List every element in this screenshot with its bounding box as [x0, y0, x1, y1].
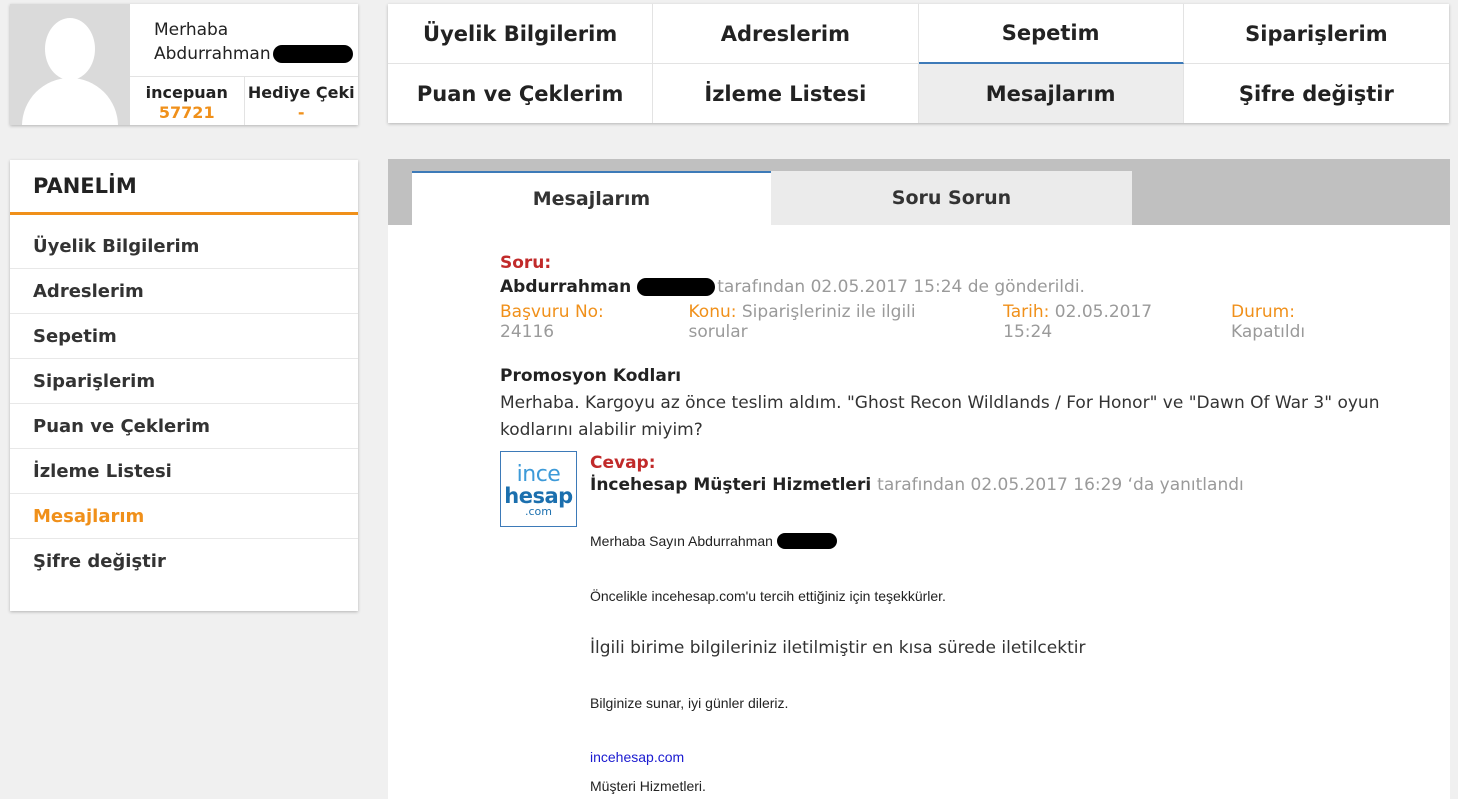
- meta-value: Kapatıldı: [1231, 322, 1306, 342]
- topnav-membership-info[interactable]: Üyelik Bilgilerim: [388, 4, 654, 64]
- topnav-cart[interactable]: Sepetim: [918, 4, 1184, 64]
- reply-line-thanks: Öncelikle incehesap.com'u tercih ettiğin…: [590, 588, 946, 604]
- sidebar-menu: Üyelik Bilgilerim Adreslerim Sepetim Sip…: [10, 215, 358, 584]
- greeting-block: Merhaba Abdurrahman: [154, 18, 353, 66]
- sidebar-item-orders[interactable]: Siparişlerim: [10, 359, 358, 404]
- topnav-watchlist[interactable]: İzleme Listesi: [653, 64, 919, 123]
- topnav-change-password[interactable]: Şifre değiştir: [1184, 64, 1449, 123]
- meta-value: 24116: [500, 322, 555, 342]
- profile-stats: incepuan 57721 Hediye Çeki -: [130, 76, 358, 125]
- profile-card: Merhaba Abdurrahman incepuan 57721 Hediy…: [10, 4, 358, 125]
- meta-application-no: Başvuru No: 24116: [500, 302, 661, 342]
- reply-link-incehesap[interactable]: incehesap.com: [590, 749, 684, 765]
- sidebar-title: PANELİM: [10, 160, 358, 215]
- incepuan-stat[interactable]: incepuan 57721: [130, 77, 244, 125]
- answer-replied-text: tarafından 02.05.2017 16:29 ‘da yanıtlan…: [877, 475, 1244, 495]
- meta-key: Başvuru No:: [500, 302, 604, 322]
- redacted-surname: [272, 45, 353, 63]
- sidebar-item-addresses[interactable]: Adreslerim: [10, 269, 358, 314]
- tab-my-messages[interactable]: Mesajlarım: [412, 171, 771, 225]
- gift-voucher-stat[interactable]: Hediye Çeki -: [243, 77, 359, 125]
- messages-tabbar: Mesajlarım Soru Sorun: [388, 159, 1450, 225]
- question-meta: Başvuru No: 24116 Konu: Siparişleriniz i…: [500, 302, 1400, 342]
- sidebar-item-messages[interactable]: Mesajlarım: [10, 494, 358, 539]
- answer-author: İncehesap Müşteri Hizmetleri: [590, 475, 872, 495]
- meta-topic: Konu: Siparişleriniz ile ilgili sorular: [689, 302, 976, 342]
- topnav-orders[interactable]: Siparişlerim: [1183, 4, 1449, 64]
- account-top-nav: Üyelik Bilgilerim Adreslerim Sepetim Sip…: [388, 4, 1449, 123]
- meta-date: Tarih: 02.05.2017 15:24: [1003, 302, 1203, 342]
- redacted-surname: [637, 278, 716, 296]
- question-byline: Abdurrahman tarafından 02.05.2017 15:24 …: [500, 277, 1400, 297]
- answer-header: Cevap: İncehesap Müşteri Hizmetleri tara…: [590, 453, 1390, 495]
- meta-key: Durum:: [1231, 302, 1295, 322]
- messages-panel: Mesajlarım Soru Sorun Soru: Abdurrahman …: [388, 159, 1450, 799]
- topnav-points-vouchers[interactable]: Puan ve Çeklerim: [388, 64, 654, 123]
- sidebar-item-change-password[interactable]: Şifre değiştir: [10, 539, 358, 584]
- question-body: Merhaba. Kargoyu az önce teslim aldım. "…: [500, 393, 1380, 440]
- avatar-head-shape: [45, 18, 95, 80]
- sidebar-item-cart[interactable]: Sepetim: [10, 314, 358, 359]
- stat-value: 57721: [158, 103, 215, 122]
- question-block: Soru: Abdurrahman tarafından 02.05.2017 …: [500, 253, 1400, 444]
- avatar-body-shape: [22, 78, 118, 125]
- reply-line-forwarded: İlgili birime bilgileriniz iletilmiştir …: [590, 638, 1086, 658]
- topnav-addresses[interactable]: Adreslerim: [653, 4, 919, 64]
- answer-byline: İncehesap Müşteri Hizmetleri tarafından …: [590, 475, 1390, 495]
- reply-line-signature: Müşteri Hizmetleri.: [590, 778, 706, 794]
- logo-line1: ince: [516, 462, 561, 487]
- stat-label: incepuan: [145, 83, 228, 102]
- sidebar-item-membership-info[interactable]: Üyelik Bilgilerim: [10, 224, 358, 269]
- question-subject: Promosyon Kodları: [500, 366, 682, 386]
- meta-status: Durum: Kapatıldı: [1231, 302, 1372, 342]
- question-author: Abdurrahman: [500, 277, 632, 297]
- question-sent-text: tarafından 02.05.2017 15:24 de gönderild…: [717, 277, 1085, 297]
- logo-line2: hesap: [504, 484, 573, 508]
- redacted-surname: [776, 533, 837, 549]
- avatar: [10, 4, 130, 125]
- reply-greeting-text: Merhaba Sayın Abdurrahman: [590, 533, 773, 549]
- reply-line-greeting: Merhaba Sayın Abdurrahman: [590, 533, 837, 549]
- answer-label: Cevap:: [590, 453, 656, 473]
- meta-key: Konu:: [688, 302, 737, 322]
- stat-label: Hediye Çeki: [247, 83, 355, 102]
- topnav-messages[interactable]: Mesajlarım: [918, 64, 1184, 123]
- meta-key: Tarih:: [1003, 302, 1050, 322]
- greeting-text: Merhaba: [154, 20, 229, 40]
- reply-line-closing: Bilginize sunar, iyi günler dileriz.: [590, 695, 789, 711]
- sidebar-panel: PANELİM Üyelik Bilgilerim Adreslerim Sep…: [10, 160, 358, 611]
- stat-value: -: [297, 103, 305, 122]
- tab-ask-question[interactable]: Soru Sorun: [771, 171, 1132, 225]
- sidebar-item-points-vouchers[interactable]: Puan ve Çeklerim: [10, 404, 358, 449]
- question-label: Soru:: [500, 253, 552, 273]
- sidebar-item-watchlist[interactable]: İzleme Listesi: [10, 449, 358, 494]
- user-name: Abdurrahman: [154, 44, 271, 64]
- incehesap-logo: ince hesap .com: [500, 451, 577, 527]
